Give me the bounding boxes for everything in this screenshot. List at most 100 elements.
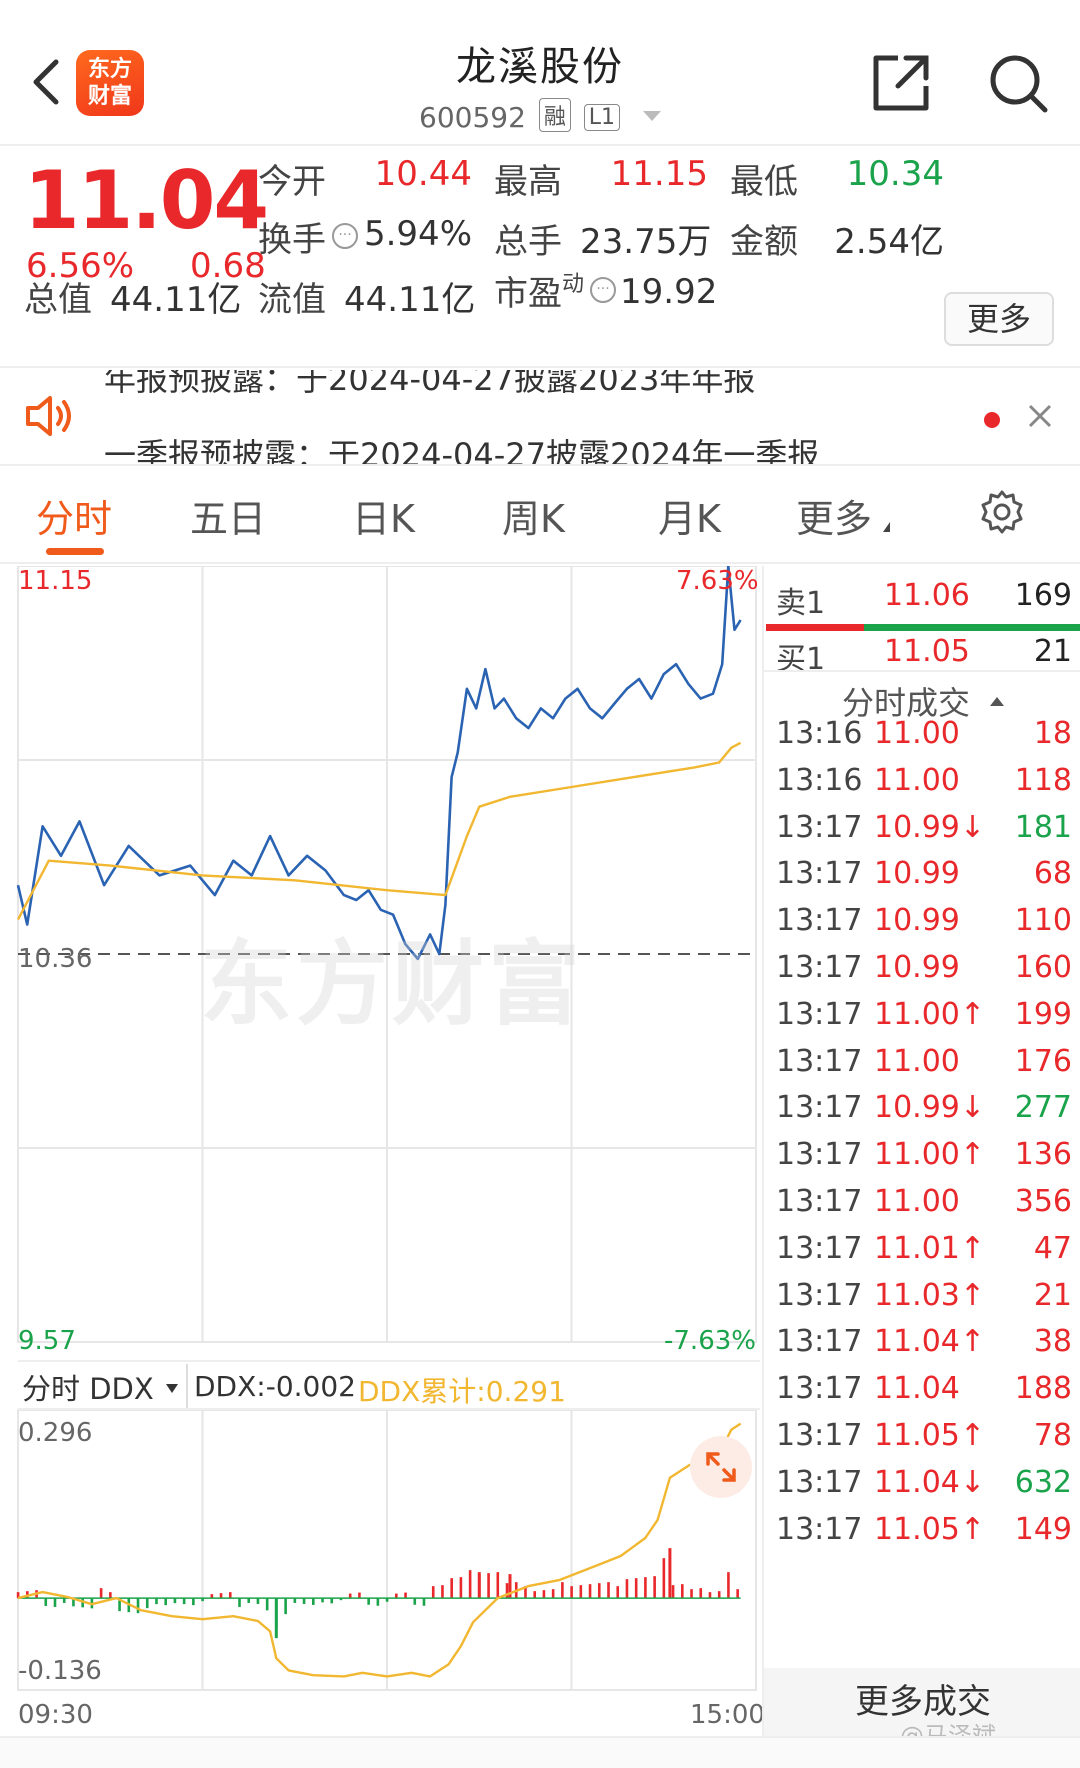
ddx-bar [671,1585,675,1599]
trade-time: 13:17 [776,1418,863,1453]
ddx-bar [404,1592,407,1599]
announcement-line[interactable]: 一季报预披露：于2024-04-27披露2024年一季报 [104,430,819,464]
trade-time: 13:17 [776,1324,863,1360]
trade-row: 13:17 11.03↑ 21 [764,1278,1080,1330]
ddx-bar [228,1592,232,1599]
ddx-bar [727,1572,730,1599]
trade-row: 13:17 11.00 356 [764,1184,1080,1236]
trade-price: 10.99 [874,903,960,939]
trade-time: 13:17 [776,1043,863,1079]
trade-row: 13:17 11.05↑ 149 [764,1512,1080,1564]
trade-price: 11.04 [874,1371,960,1407]
indicator-select[interactable]: 分时 DDX [22,1366,178,1408]
ddx-bar [441,1585,444,1599]
trade-volume: 18 [1033,716,1072,751]
ddx-bar [551,1589,555,1599]
float-cap-label: 流值 [258,280,326,320]
trade-price: 11.03↑ [874,1277,986,1313]
stock-code: 600592 [419,101,526,134]
tab-daily-k[interactable]: 日K [352,488,415,543]
sell1-row: 卖1 11.06 169 [776,578,1072,621]
tab-five-day[interactable]: 五日 [190,488,266,543]
average-price-line [16,741,742,921]
info-icon[interactable]: ··· [590,277,617,303]
turnover-label[interactable]: 换手 ··· [258,212,358,261]
tab-more[interactable]: 更多 [796,488,891,543]
settings-gear-icon[interactable] [978,488,1026,536]
quote-panel: 11.04 6.56% 0.68 今开 10.44 最高 11.15 最低 10… [0,148,1080,368]
trade-time: 13:17 [776,903,863,939]
float-cap-value: 44.11亿 [344,280,476,320]
trade-price: 11.00↑ [874,996,986,1032]
ddx-bar [699,1588,703,1599]
trade-volume: 176 [1014,1043,1072,1079]
tab-weekly-k[interactable]: 周K [502,488,565,543]
trade-volume: 160 [1014,950,1072,985]
high-value: 11.15 [610,154,708,194]
tab-intraday[interactable]: 分时 [36,488,112,543]
ddx-bar [662,1558,666,1599]
trade-time: 13:17 [776,856,863,892]
trade-volume: 188 [1014,1371,1072,1407]
ddx-bar [413,1598,417,1605]
share-icon[interactable] [868,50,934,116]
trade-price: 11.00 [874,1043,960,1079]
trade-time: 13:17 [776,1371,863,1407]
trade-volume: 78 [1033,1418,1072,1453]
trade-row: 13:17 11.05↑ 78 [764,1418,1080,1470]
open-label: 今开 [258,162,326,202]
trade-price: 11.00 [874,762,960,798]
amount-value: 2.54亿 [834,222,944,262]
open-value: 10.44 [374,154,472,194]
trade-price: 10.99↓ [874,809,986,845]
more-quote-button[interactable]: 更多 [944,292,1054,346]
trade-time: 13:17 [776,1277,863,1313]
expand-icon [706,1452,736,1482]
tab-monthly-k[interactable]: 月K [658,488,721,543]
intraday-chart[interactable] [0,566,762,1714]
ddx-bar [588,1584,592,1599]
trade-volume: 356 [1014,1184,1072,1219]
chevron-down-icon[interactable] [642,111,661,121]
trade-volume: 199 [1014,996,1072,1032]
ddx-bar [690,1589,693,1599]
expand-chart-button[interactable] [690,1436,752,1498]
ddx-bar [597,1583,601,1599]
last-price: 11.04 [24,154,269,247]
ddx-bar [579,1585,583,1599]
trade-time: 13:17 [776,1230,863,1266]
trade-volume: 38 [1033,1324,1072,1360]
trade-price: 11.01↑ [874,1230,986,1266]
ddx-value: DDX:-0.002 [194,1370,356,1403]
ddx-bar [542,1590,546,1599]
close-icon[interactable] [1024,400,1056,432]
trade-row: 13:17 10.99 160 [764,950,1080,1002]
ddx-bar [681,1584,684,1599]
trade-time: 13:17 [776,950,863,985]
ddx-bar [155,1598,158,1605]
ddx-cumulative: DDX累计:0.291 [358,1375,566,1408]
announcement-ticker[interactable]: 年报预披露：于2024-04-27披露2023年年报 一季报预披露：于2024-… [0,370,1080,466]
trade-row: 13:17 11.04↓ 632 [764,1465,1080,1517]
ddx-spike-bar [477,1572,481,1599]
trade-price: 11.00 [874,716,960,751]
trade-price: 11.00↑ [874,1137,986,1173]
ddx-bar [99,1588,103,1599]
search-icon[interactable] [985,50,1051,116]
trade-time: 13:16 [776,716,863,751]
trade-price: 11.04↓ [874,1464,986,1500]
ddx-bar [109,1592,112,1599]
ddx-bar [330,1598,334,1604]
ddx-bar [53,1598,57,1607]
pe-value: 19.92 [620,272,718,312]
trade-row: 13:17 11.04↑ 38 [764,1324,1080,1376]
trade-volume: 149 [1014,1511,1072,1547]
y-axis-top-price: 11.15 [18,566,93,596]
announcement-line[interactable]: 年报预披露：于2024-04-27披露2023年年报 [104,370,755,400]
trade-time: 13:17 [776,1464,863,1500]
trade-row: 13:16 11.00 118 [764,763,1080,815]
info-icon[interactable]: ··· [332,223,358,249]
trade-volume: 136 [1014,1137,1072,1173]
pe-label[interactable]: 市盈动 ··· [494,266,617,315]
prev-close-label: 10.36 [18,944,93,974]
